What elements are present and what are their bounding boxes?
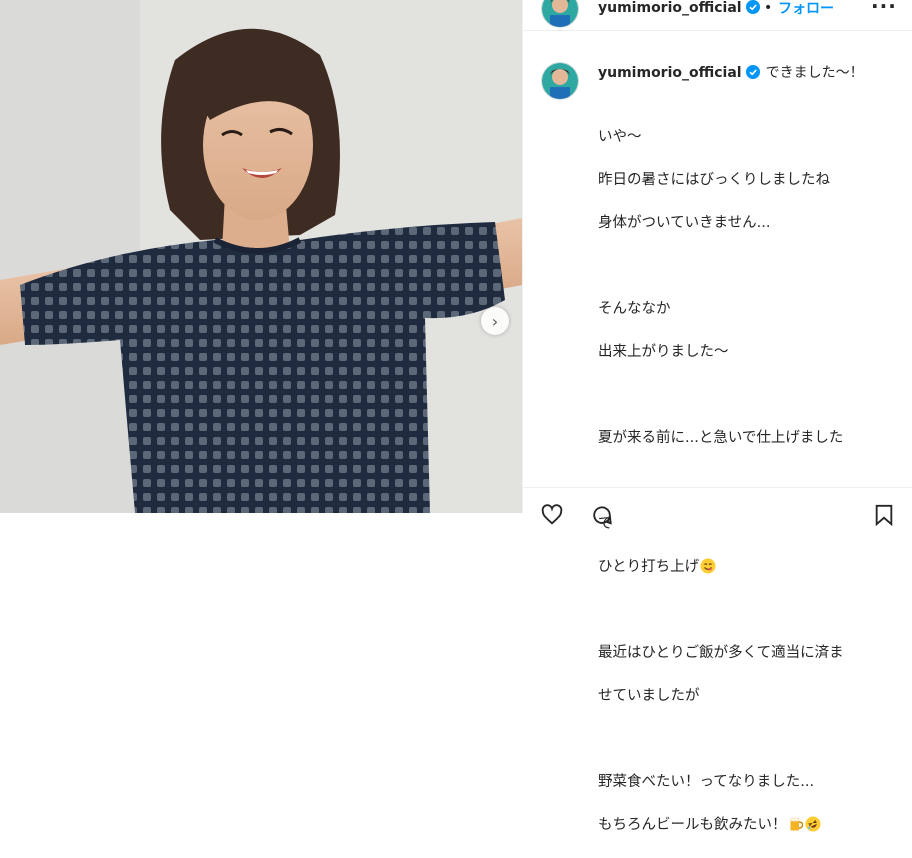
header-username-text[interactable]: yumimorio_official — [598, 0, 742, 16]
caption-line: で — [598, 515, 613, 532]
caption-line: せていましたが — [598, 687, 700, 704]
post-sidebar: yumimorio_official • フォロー ··· yumimorio_… — [522, 0, 912, 833]
separator-dot: • — [764, 0, 773, 16]
follow-button[interactable]: フォロー — [778, 0, 834, 18]
bookmark-icon[interactable] — [873, 504, 895, 526]
comment-icon[interactable] — [591, 504, 613, 526]
caption-line: 最近はひとりご飯が多くて適当に済ま — [598, 644, 844, 661]
caption-line-text: ひとり打ち上げ — [598, 558, 700, 575]
caption-line: ​ — [598, 600, 898, 622]
post-header: yumimorio_official • フォロー ··· — [523, 0, 912, 31]
caption-line: いや〜 — [598, 128, 642, 145]
next-image-button[interactable]: › — [481, 307, 509, 335]
face-savoring-food-emoji — [700, 558, 716, 573]
rolling-laughing-emoji — [805, 816, 820, 831]
caption-line: 夏が来る前に...と急いで仕上げました — [598, 429, 844, 446]
caption-line: 身体がついていきません... — [598, 214, 771, 231]
header-username[interactable]: yumimorio_official — [598, 0, 760, 16]
action-bar — [523, 487, 912, 526]
caption-avatar[interactable] — [541, 62, 579, 100]
avatar[interactable] — [541, 0, 579, 28]
chevron-right-icon: › — [491, 311, 499, 331]
caption-line: 昨日の暑さにはびっくりしましたね — [598, 171, 830, 188]
caption-line: ​ — [598, 385, 898, 407]
caption-line: ​ — [598, 256, 898, 278]
caption-line: そんななか — [598, 300, 671, 317]
caption-header: yumimorio_official できました〜！ — [598, 62, 864, 82]
verified-badge-icon — [745, 65, 760, 79]
heart-icon[interactable] — [541, 504, 563, 526]
caption-text: いや〜 昨日の暑さにはびっくりしましたね 身体がついていきません... ​ そん… — [598, 105, 898, 858]
post-image[interactable]: › — [0, 0, 522, 513]
avatar-image — [542, 0, 578, 27]
more-options-icon[interactable]: ··· — [871, 0, 897, 18]
caption-username[interactable]: yumimorio_official — [598, 65, 742, 81]
verified-badge-icon — [745, 0, 760, 14]
caption-line-text: もちろんビールも飲みたい！ — [598, 816, 787, 833]
caption-first-line: できました〜！ — [765, 65, 864, 81]
caption-line: ひとり打ち上げ — [598, 557, 898, 579]
beer-mug-emoji — [789, 817, 803, 830]
caption-line: 出来上がりました〜 — [598, 343, 729, 360]
caption-line: もちろんビールも飲みたい！ — [598, 815, 898, 837]
post-photo — [0, 0, 522, 513]
avatar-image — [542, 63, 578, 99]
caption-line: 野菜食べたい！ってなりました... — [598, 773, 815, 790]
caption-line: ​ — [598, 729, 898, 751]
